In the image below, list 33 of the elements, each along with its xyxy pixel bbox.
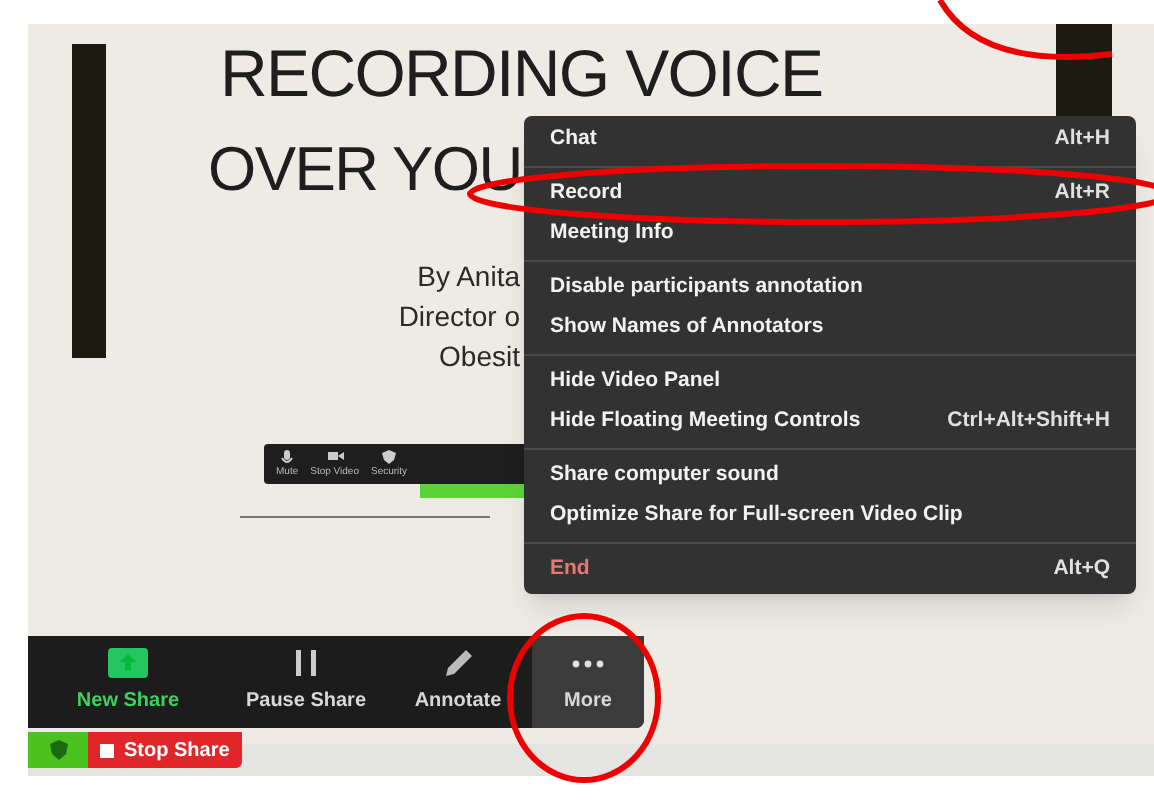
menu-item[interactable]: End Alt+Q [524,550,1136,590]
shortcut-label: Alt+H [1054,124,1110,155]
pencil-icon [443,648,473,678]
shield-icon [380,450,399,466]
menu-item[interactable]: Record Alt+R [524,174,1136,214]
menu-item[interactable]: Disable participants annotation [524,268,1136,308]
toolbar-button[interactable]: New Share [28,636,228,728]
stop-share-button[interactable]: Stop Share [88,732,242,768]
toolbar-button[interactable]: Pause Share [228,636,384,728]
stop-icon [100,743,114,757]
slide-byline: Obesit [439,338,520,376]
slide-title: RECORDING VOICE [220,36,823,112]
shield-icon [49,740,67,760]
upload-icon [108,648,148,678]
shortcut-label: Alt+R [1054,178,1110,209]
pause-icon [292,648,320,678]
slide-byline: Director o [398,298,520,336]
shortcut-label: Ctrl+Alt+Shift+H [947,406,1110,437]
microphone-icon [278,450,297,466]
menu-item[interactable]: Hide Video Panel [524,362,1136,402]
slide-title: OVER YOU [208,132,522,208]
menu-item[interactable]: Hide Floating Meeting Controls Ctrl+Alt+Shift+H [524,402,1136,442]
menu-item[interactable]: Meeting Info [524,214,1136,254]
menu-item[interactable]: Show Names of Annotators [524,308,1136,348]
menu-item[interactable]: Optimize Share for Full-screen Video Clip [524,496,1136,536]
slide-byline: By Anita [417,258,520,296]
camera-icon [325,450,344,466]
shortcut-label: Alt+Q [1053,554,1110,585]
toolbar-button[interactable]: More [532,636,644,728]
menu-item[interactable]: Chat Alt+H [524,120,1136,160]
menu-item[interactable]: Share computer sound [524,456,1136,496]
slide-stripe [1056,24,1112,116]
toolbar-button[interactable]: Annotate [384,636,532,728]
